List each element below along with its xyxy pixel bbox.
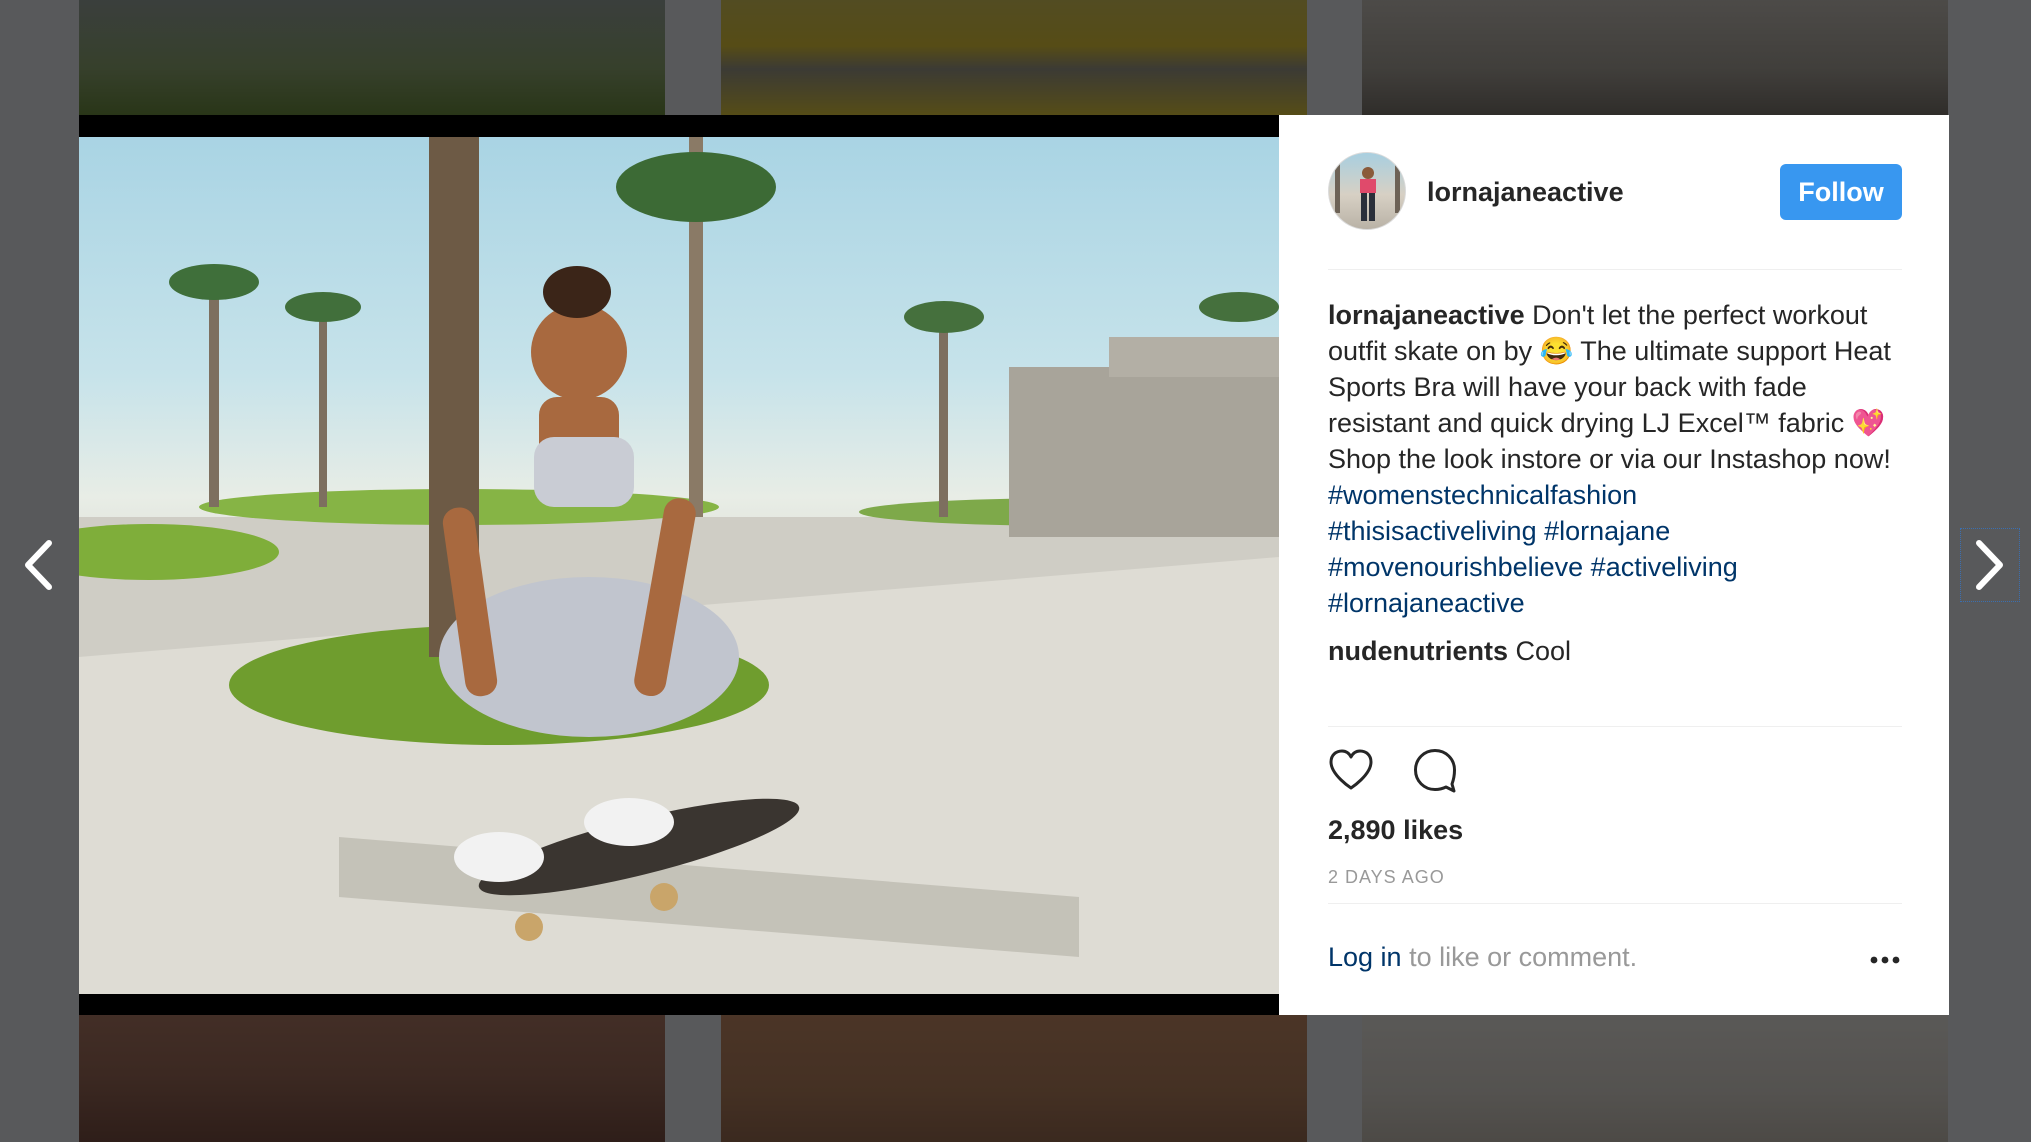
header-divider [1328, 269, 1902, 270]
actions-divider [1328, 726, 1902, 727]
login-prompt: Log in to like or comment. [1328, 942, 1637, 973]
more-options-icon [1870, 956, 1900, 964]
avatar-image [1335, 153, 1400, 221]
caption: lornajaneactive Don't let the perfect wo… [1328, 297, 1902, 621]
login-prompt-text: to like or comment. [1401, 942, 1638, 972]
comment-text: Cool [1508, 636, 1572, 666]
hashtag-link[interactable]: #movenourishbelieve [1328, 552, 1583, 582]
grid-thumbnail[interactable] [1362, 1015, 1948, 1142]
caption-author[interactable]: lornajaneactive [1328, 300, 1525, 330]
avatar[interactable] [1328, 152, 1406, 230]
hashtag-link[interactable]: #activeliving [1591, 552, 1738, 582]
caption-text: Shop the look instore or via our Instash… [1328, 444, 1891, 474]
comment-item: nudenutrients Cool [1328, 633, 1902, 669]
chevron-left-icon [25, 540, 52, 590]
post-actions [1328, 747, 1458, 797]
likes-count[interactable]: 2,890 likes [1328, 815, 1463, 846]
post-author-username[interactable]: lornajaneactive [1427, 177, 1624, 208]
post-sidebar: lornajaneactive Follow lornajaneactive D… [1279, 115, 1949, 1015]
follow-button[interactable]: Follow [1780, 164, 1902, 220]
comment-author[interactable]: nudenutrients [1328, 636, 1508, 666]
like-button[interactable] [1328, 747, 1374, 793]
hashtag-link[interactable]: #lornajane [1544, 516, 1670, 546]
sparkling-heart-emoji-icon: 💖 [1851, 408, 1886, 438]
grid-thumbnail[interactable] [1362, 0, 1948, 115]
hashtag-link[interactable]: #womenstechnicalfashion [1328, 480, 1637, 510]
footer-divider [1328, 903, 1902, 904]
heart-icon [1329, 749, 1373, 790]
post-modal: lornajaneactive Follow lornajaneactive D… [79, 115, 1949, 1015]
photo-illustration [79, 137, 1279, 994]
comment-button[interactable] [1412, 747, 1458, 793]
post-media [79, 115, 1279, 1015]
post-photo[interactable] [79, 137, 1279, 994]
post-timestamp[interactable]: 2 DAYS AGO [1328, 867, 1445, 888]
hashtag-link[interactable]: #thisisactiveliving [1328, 516, 1537, 546]
more-options-button[interactable] [1868, 950, 1902, 970]
grid-thumbnail[interactable] [79, 1015, 665, 1142]
grid-thumbnail[interactable] [721, 0, 1307, 115]
comment-bubble-icon [1414, 749, 1456, 793]
login-link[interactable]: Log in [1328, 942, 1402, 972]
hashtag-link[interactable]: #lornajaneactive [1328, 588, 1525, 618]
laughing-emoji-icon: 😂 [1539, 336, 1574, 366]
previous-post-button[interactable] [8, 528, 68, 602]
grid-thumbnail[interactable] [721, 1015, 1307, 1142]
grid-thumbnail[interactable] [79, 0, 665, 115]
chevron-right-icon [1976, 540, 2003, 590]
next-post-button[interactable] [1960, 528, 2020, 602]
